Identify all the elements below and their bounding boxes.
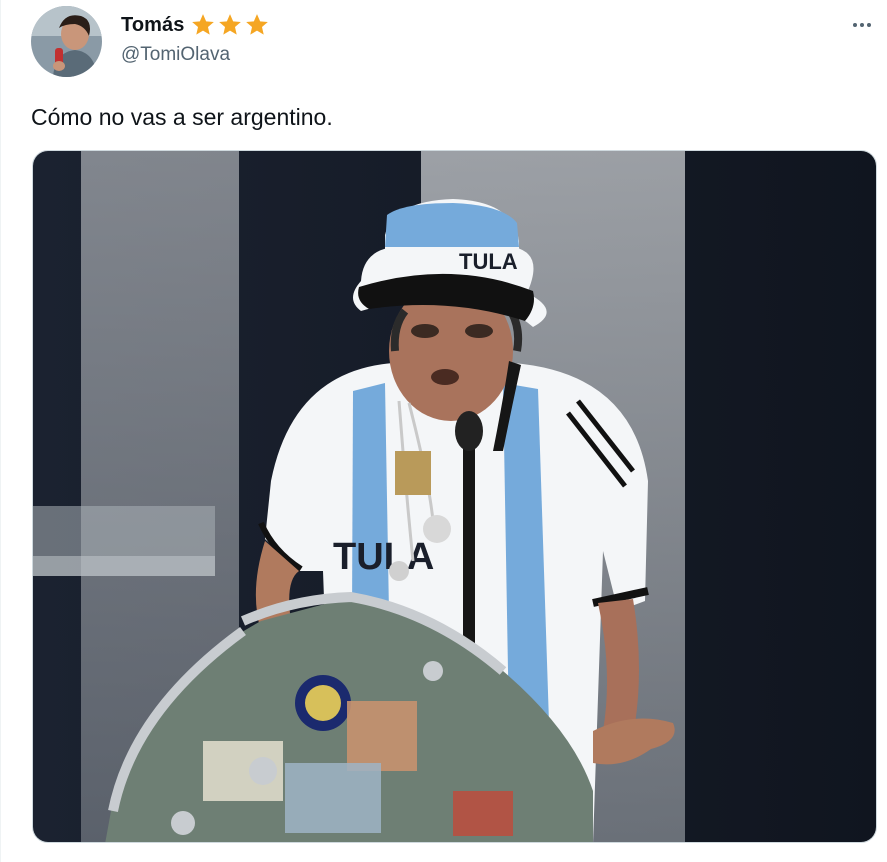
- star-icon: [219, 14, 242, 35]
- shirt-lettering: TULA: [333, 536, 434, 578]
- more-options-icon: [853, 23, 871, 27]
- star-icon: [246, 14, 269, 35]
- author-name-row: Tomás: [121, 12, 270, 38]
- author-avatar[interactable]: [31, 6, 102, 77]
- avatar-image: [31, 6, 102, 77]
- author-handle[interactable]: @TomiOlava: [121, 44, 230, 66]
- tweet-text: Cómo no vas a ser argentino.: [31, 104, 333, 130]
- author-display-name[interactable]: Tomás: [121, 14, 184, 37]
- badge-stars: [190, 12, 270, 38]
- photo-image: TULA TULA: [33, 151, 876, 842]
- tweet-card[interactable]: Tomás @TomiOlava Cómo no vas a ser argen…: [0, 0, 887, 862]
- more-options-button[interactable]: [847, 12, 877, 38]
- hat-lettering: TULA: [459, 249, 518, 274]
- star-icon: [192, 14, 215, 35]
- tweet-photo[interactable]: TULA TULA: [32, 150, 877, 843]
